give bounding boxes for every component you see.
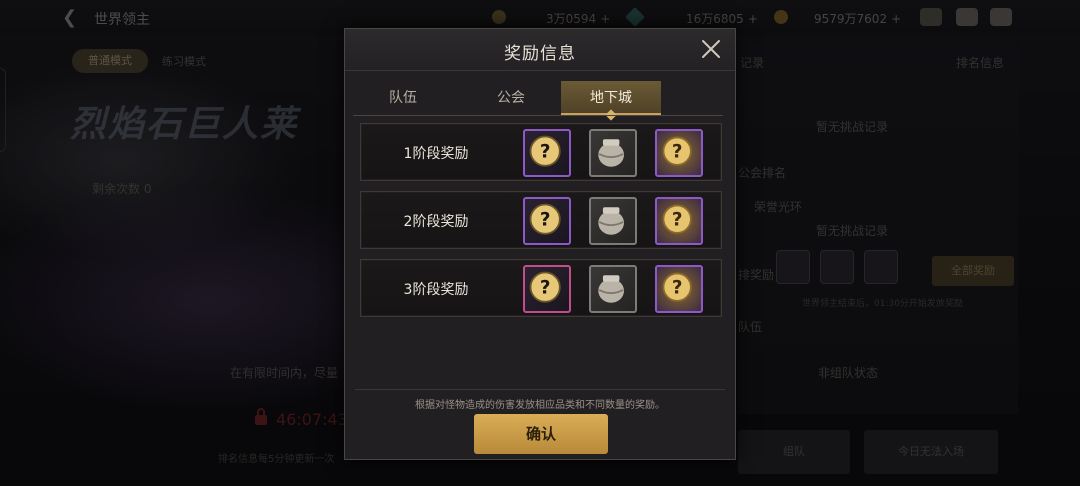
reward-stage-label: 2阶段奖励 [403, 214, 469, 230]
mystery-box-icon[interactable]: ? [523, 197, 571, 245]
reward-row: 2阶段奖励 ? ? [360, 191, 722, 249]
tab-dungeon[interactable]: 地下城 [561, 81, 661, 121]
mystery-chest-icon[interactable]: ? [655, 129, 703, 177]
pot-icon[interactable] [589, 265, 637, 313]
svg-text:?: ? [672, 278, 683, 299]
reward-row: 1阶段奖励 ? ? [360, 123, 722, 181]
pot-icon[interactable] [589, 129, 637, 177]
svg-text:?: ? [672, 210, 683, 231]
reward-stage-label: 3阶段奖励 [403, 282, 469, 298]
svg-text:?: ? [540, 210, 551, 231]
reward-stage-label: 1阶段奖励 [403, 146, 469, 162]
svg-text:?: ? [540, 142, 551, 163]
mystery-chest-icon[interactable]: ? [655, 265, 703, 313]
tab-team[interactable]: 队伍 [353, 81, 453, 115]
svg-text:?: ? [672, 142, 683, 163]
reward-tabs: 队伍 公会 地下城 [353, 81, 723, 121]
svg-text:?: ? [540, 278, 551, 299]
reward-row: 3阶段奖励 ? ? [360, 259, 722, 317]
mystery-chest-icon[interactable]: ? [655, 197, 703, 245]
tab-dungeon-label: 地下城 [590, 90, 632, 106]
dialog-title: 奖励信息 [504, 44, 576, 64]
dialog-header: 奖励信息 [345, 29, 735, 71]
reward-info-dialog: 奖励信息 队伍 公会 地下城 1阶段奖励 ? ? 2阶段奖励 ? ? 3阶段奖励… [344, 28, 736, 460]
mystery-box-icon[interactable]: ? [523, 129, 571, 177]
tab-guild[interactable]: 公会 [461, 81, 561, 115]
confirm-button[interactable]: 确认 [474, 414, 608, 454]
tab-divider [353, 115, 723, 116]
reward-footnote: 根据对怪物造成的伤害发放相应品类和不同数量的奖励。 [415, 400, 665, 411]
pot-icon[interactable] [589, 197, 637, 245]
mystery-box-icon[interactable]: ? [523, 265, 571, 313]
footer-divider [355, 389, 725, 390]
close-icon[interactable] [699, 37, 723, 61]
